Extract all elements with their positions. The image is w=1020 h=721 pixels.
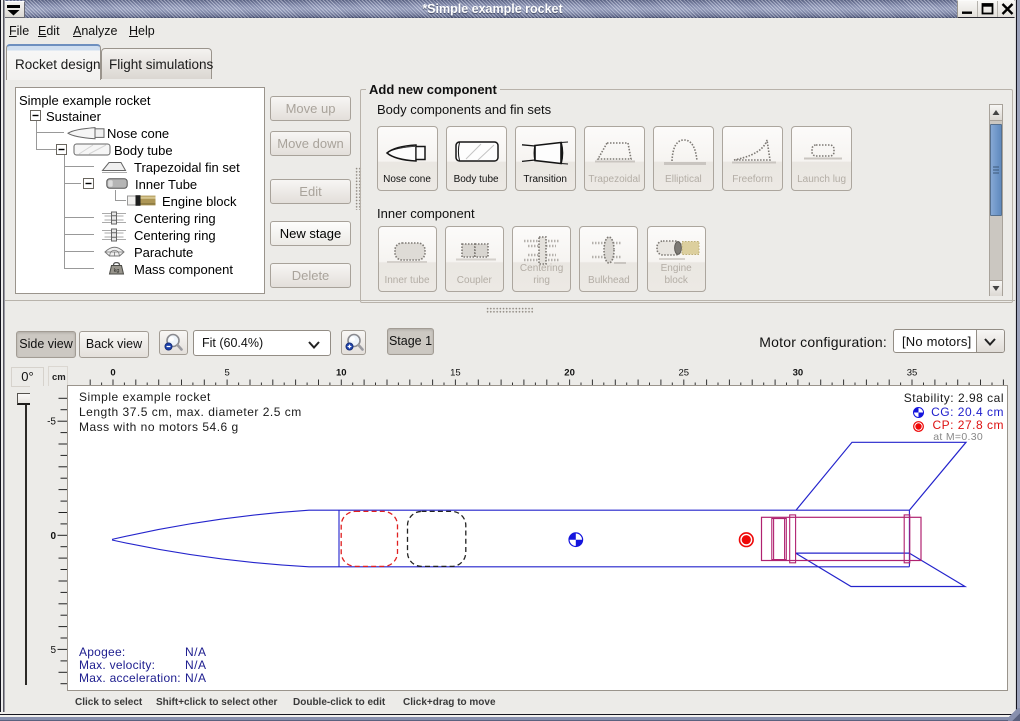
svg-text:15: 15 — [450, 368, 461, 379]
svg-text:0: 0 — [50, 531, 56, 542]
svg-text:0: 0 — [110, 368, 115, 379]
svg-text:5: 5 — [50, 645, 56, 656]
svg-text:35: 35 — [907, 368, 918, 379]
svg-text:10: 10 — [336, 368, 347, 379]
svg-text:30: 30 — [793, 368, 804, 379]
svg-text:20: 20 — [564, 368, 575, 379]
svg-text:-5: -5 — [47, 417, 56, 428]
svg-text:25: 25 — [679, 368, 690, 379]
svg-text:5: 5 — [224, 368, 229, 379]
svg-text:kg: kg — [114, 268, 120, 274]
